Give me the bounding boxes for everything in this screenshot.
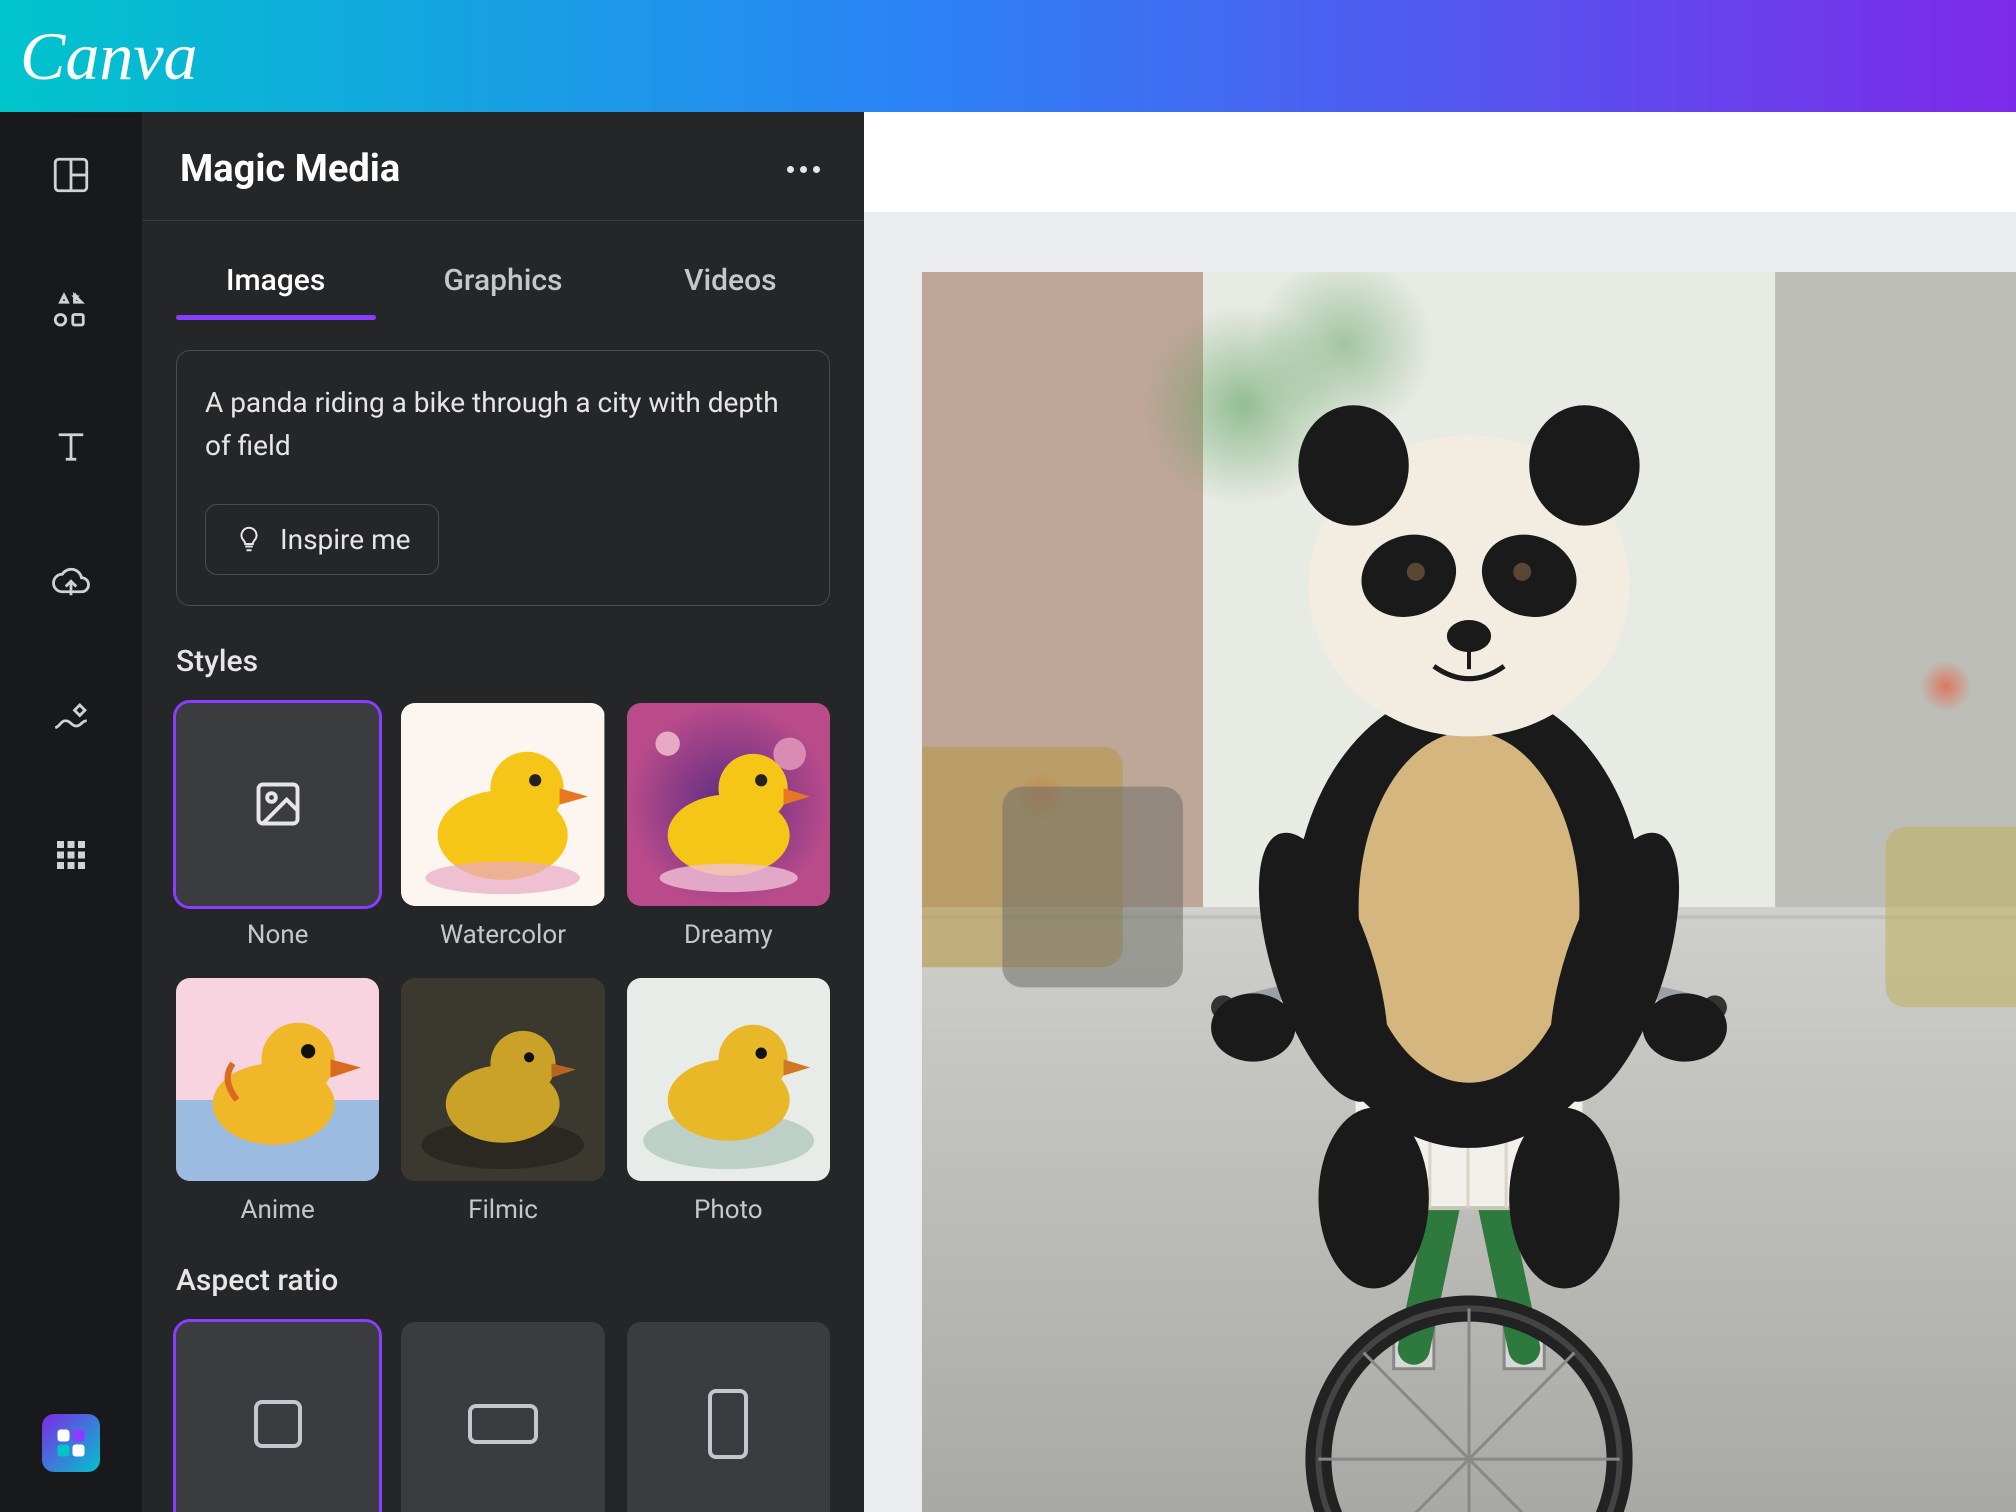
rail-elements[interactable] <box>48 288 94 334</box>
app-header: Canva <box>0 0 2016 112</box>
duck-dreamy-thumb <box>627 703 830 906</box>
lightbulb-icon <box>234 524 264 554</box>
duck-watercolor-thumb <box>401 703 604 906</box>
style-label: Photo <box>694 1195 763 1225</box>
style-dreamy[interactable]: Dreamy <box>627 703 830 950</box>
apps-icon <box>50 834 92 876</box>
templates-icon <box>50 154 92 196</box>
magic-media-icon <box>53 1425 89 1461</box>
style-anime[interactable]: Anime <box>176 978 379 1225</box>
prompt-box: A panda riding a bike through a city wit… <box>176 350 830 606</box>
panel-title: Magic Media <box>180 147 400 191</box>
ratio-landscape[interactable] <box>401 1322 604 1512</box>
rail-draw[interactable] <box>48 696 94 742</box>
duck-photo-thumb <box>627 978 830 1181</box>
style-watercolor[interactable]: Watercolor <box>401 703 604 950</box>
inspire-me-button[interactable]: Inspire me <box>205 504 439 575</box>
canvas-toolbar <box>864 112 2016 212</box>
tab-videos[interactable]: Videos <box>617 241 844 320</box>
duck-anime-thumb <box>176 978 379 1181</box>
square-icon <box>254 1400 302 1448</box>
more-options-button[interactable] <box>780 146 826 192</box>
generated-image[interactable] <box>922 272 2016 1512</box>
rail-apps[interactable] <box>48 832 94 878</box>
inspire-me-label: Inspire me <box>280 523 410 556</box>
uploads-icon <box>50 562 92 604</box>
aspect-ratio-heading: Aspect ratio <box>176 1263 830 1298</box>
style-none[interactable]: None <box>176 703 379 950</box>
style-label: None <box>247 920 309 950</box>
style-filmic[interactable]: Filmic <box>401 978 604 1225</box>
style-label: Filmic <box>468 1195 538 1225</box>
panda-on-bike-illustration <box>922 272 2016 1512</box>
duck-filmic-thumb <box>401 978 604 1181</box>
elements-icon <box>50 290 92 332</box>
more-icon <box>787 166 820 173</box>
canvas-area[interactable] <box>864 112 2016 1512</box>
style-photo[interactable]: Photo <box>627 978 830 1225</box>
text-icon <box>50 426 92 468</box>
styles-grid: None Watercolor Dreamy Anime <box>142 703 864 1226</box>
media-type-tabs: Images Graphics Videos <box>142 241 864 320</box>
rail-magic-media[interactable] <box>42 1414 100 1472</box>
prompt-input[interactable]: A panda riding a bike through a city wit… <box>205 381 801 468</box>
styles-heading: Styles <box>176 644 830 679</box>
nav-rail <box>0 112 142 1512</box>
portrait-icon <box>708 1389 748 1459</box>
style-label: Anime <box>241 1195 315 1225</box>
draw-icon <box>50 698 92 740</box>
rail-uploads[interactable] <box>48 560 94 606</box>
tab-images[interactable]: Images <box>162 241 389 320</box>
landscape-icon <box>468 1404 538 1444</box>
image-placeholder-icon <box>252 778 304 830</box>
tab-graphics[interactable]: Graphics <box>389 241 616 320</box>
style-label: Dreamy <box>684 920 773 950</box>
magic-media-panel: Magic Media Images Graphics Videos A pan… <box>142 112 864 1512</box>
ratio-portrait[interactable] <box>627 1322 830 1512</box>
aspect-ratio-grid <box>142 1322 864 1512</box>
ratio-square[interactable] <box>176 1322 379 1512</box>
canva-logo: Canva <box>20 17 198 96</box>
rail-templates[interactable] <box>48 152 94 198</box>
rail-text[interactable] <box>48 424 94 470</box>
style-label: Watercolor <box>440 920 566 950</box>
